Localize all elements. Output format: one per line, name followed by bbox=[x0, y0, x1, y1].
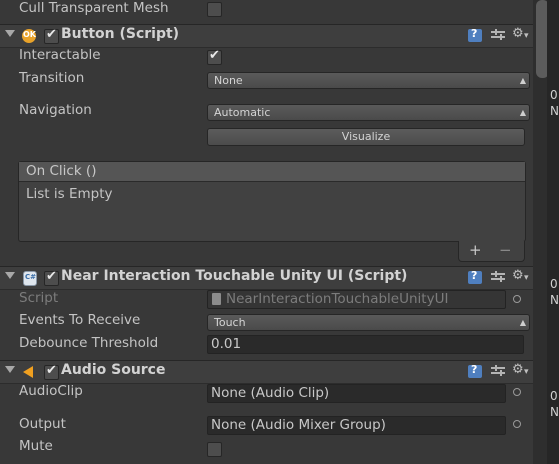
audio-source-header[interactable]: Audio Source ⚙ ▾ bbox=[0, 360, 533, 384]
script-field: NearInteractionTouchableUnityUI bbox=[207, 290, 506, 309]
button-component-title: Button (Script) bbox=[61, 26, 180, 42]
mute-label: Mute bbox=[19, 438, 53, 454]
button-enabled-checkbox[interactable] bbox=[44, 27, 59, 44]
onclick-header-label: On Click () bbox=[26, 163, 97, 179]
events-to-receive-label: Events To Receive bbox=[19, 312, 141, 328]
audio-source-title: Audio Source bbox=[61, 362, 166, 378]
presets-sliders-icon[interactable] bbox=[491, 29, 505, 42]
menu-caret-icon[interactable]: ▾ bbox=[524, 31, 529, 41]
transition-label: Transition bbox=[19, 70, 85, 86]
events-to-receive-dropdown[interactable]: Touch ▲ bbox=[207, 314, 530, 331]
help-book-icon[interactable] bbox=[468, 363, 482, 378]
interactable-label: Interactable bbox=[19, 47, 101, 63]
audioclip-value: None (Audio Clip) bbox=[211, 385, 330, 401]
help-book-icon[interactable] bbox=[468, 27, 482, 42]
adjacent-panel-label: N bbox=[550, 293, 559, 307]
adjacent-panel-label: 0 bbox=[550, 88, 558, 102]
presets-sliders-icon[interactable] bbox=[491, 271, 505, 284]
button-script-icon: OK bbox=[22, 29, 36, 43]
cull-transparent-mesh-label: Cull Transparent Mesh bbox=[19, 0, 169, 16]
touchable-component-title: Near Interaction Touchable Unity UI (Scr… bbox=[61, 268, 408, 284]
add-entry-button[interactable]: + bbox=[469, 241, 482, 259]
dropdown-arrows-icon: ▲ bbox=[519, 108, 526, 117]
adjacent-panel-label: 0 bbox=[550, 389, 558, 403]
navigation-dropdown[interactable]: Automatic ▲ bbox=[207, 104, 530, 121]
output-value: None (Audio Mixer Group) bbox=[211, 417, 386, 433]
adjacent-panel-label: N bbox=[550, 104, 559, 118]
onclick-footer: + − bbox=[458, 241, 525, 262]
visualize-button[interactable]: Visualize bbox=[207, 128, 525, 146]
menu-caret-icon[interactable]: ▾ bbox=[524, 273, 529, 283]
dropdown-arrows-icon: ▲ bbox=[519, 76, 526, 85]
audio-source-enabled-checkbox[interactable] bbox=[44, 363, 59, 380]
transition-value: None bbox=[214, 74, 243, 87]
dropdown-arrows-icon: ▲ bbox=[519, 318, 526, 327]
remove-entry-button[interactable]: − bbox=[499, 241, 512, 259]
onclick-empty-text: List is Empty bbox=[26, 186, 113, 202]
audioclip-label: AudioClip bbox=[19, 383, 83, 399]
script-label: Script bbox=[19, 290, 59, 306]
audioclip-field[interactable]: None (Audio Clip) bbox=[207, 384, 506, 403]
adjacent-panel-label: N bbox=[550, 405, 559, 419]
interactable-checkbox[interactable] bbox=[207, 48, 222, 65]
touchable-component-header[interactable]: C# Near Interaction Touchable Unity UI (… bbox=[0, 266, 533, 290]
debounce-threshold-value: 0.01 bbox=[211, 336, 242, 352]
script-file-icon: C# bbox=[23, 271, 37, 286]
menu-caret-icon[interactable]: ▾ bbox=[524, 367, 529, 377]
mute-checkbox[interactable] bbox=[207, 442, 222, 457]
navigation-label: Navigation bbox=[19, 102, 92, 118]
debounce-threshold-input[interactable]: 0.01 bbox=[207, 335, 524, 354]
gear-icon[interactable]: ⚙ bbox=[512, 26, 524, 41]
touchable-enabled-checkbox[interactable] bbox=[44, 269, 59, 286]
object-picker-icon[interactable] bbox=[513, 295, 521, 303]
fold-arrow-icon[interactable] bbox=[5, 366, 15, 373]
adjacent-panel-label: 0 bbox=[550, 277, 558, 291]
speaker-icon bbox=[23, 366, 33, 378]
output-field[interactable]: None (Audio Mixer Group) bbox=[207, 416, 506, 435]
navigation-value: Automatic bbox=[214, 106, 271, 119]
output-label: Output bbox=[19, 416, 66, 432]
gear-icon[interactable]: ⚙ bbox=[512, 268, 524, 283]
adjacent-panel: 0 N 0 N 0 N bbox=[547, 0, 559, 464]
fold-arrow-icon[interactable] bbox=[5, 30, 15, 37]
visualize-label: Visualize bbox=[341, 130, 391, 143]
cull-transparent-mesh-checkbox[interactable] bbox=[207, 2, 222, 17]
debounce-threshold-label: Debounce Threshold bbox=[19, 335, 159, 351]
object-picker-icon[interactable] bbox=[513, 420, 521, 428]
events-to-receive-value: Touch bbox=[214, 316, 246, 329]
onclick-event-list: On Click () List is Empty bbox=[18, 161, 526, 242]
script-asset-icon bbox=[212, 293, 221, 305]
fold-arrow-icon[interactable] bbox=[5, 272, 15, 279]
help-book-icon[interactable] bbox=[468, 269, 482, 284]
button-component-header[interactable]: OK Button (Script) ⚙ ▾ bbox=[0, 24, 533, 48]
object-picker-icon[interactable] bbox=[513, 388, 521, 396]
transition-dropdown[interactable]: None ▲ bbox=[207, 72, 530, 89]
gear-icon[interactable]: ⚙ bbox=[512, 362, 524, 377]
onclick-header: On Click () bbox=[19, 162, 525, 182]
presets-sliders-icon[interactable] bbox=[491, 365, 505, 378]
script-value: NearInteractionTouchableUnityUI bbox=[226, 291, 449, 307]
